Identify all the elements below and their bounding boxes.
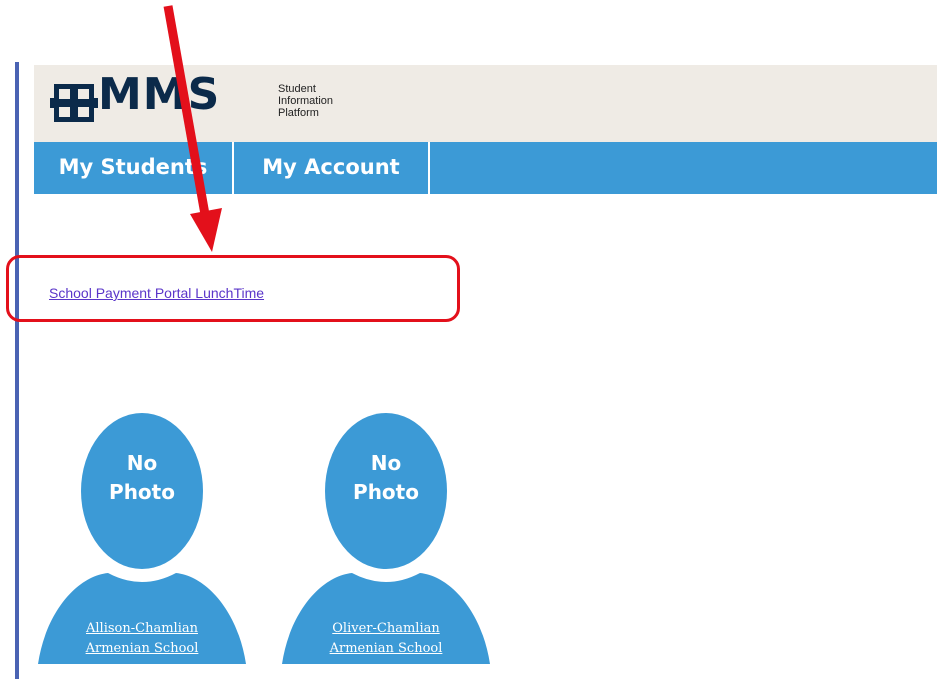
student-card-allison[interactable]: No Photo Allison-Chamlian Armenian Schoo… [38, 411, 246, 664]
tab-my-account[interactable]: My Account [234, 142, 430, 194]
school-payment-portal-link[interactable]: School Payment Portal LunchTime [49, 285, 264, 301]
mms-logo-icon [50, 84, 98, 122]
no-photo-label: No Photo [109, 451, 175, 504]
no-photo-label: No Photo [353, 451, 419, 504]
red-arrow-icon [163, 5, 222, 252]
student-name-link[interactable]: Oliver-Chamlian Armenian School [282, 619, 490, 659]
logo-subtitle: Student Information Platform [278, 83, 334, 119]
student-card-oliver[interactable]: No Photo Oliver-Chamlian Armenian School [282, 411, 490, 664]
tab-my-account-label: My Account [262, 155, 400, 179]
student-name-link[interactable]: Allison-Chamlian Armenian School [38, 619, 246, 659]
left-border-rule [15, 62, 19, 679]
